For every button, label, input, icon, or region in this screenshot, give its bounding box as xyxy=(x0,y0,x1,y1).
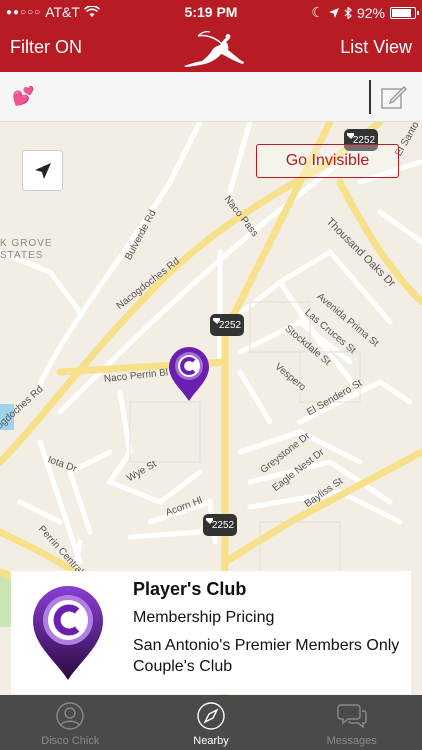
chat-bubbles-icon xyxy=(336,704,367,729)
area-label: STATES xyxy=(0,250,44,261)
highway-shield-icon: 2252 xyxy=(203,514,237,536)
message-bar[interactable]: 💕 xyxy=(0,72,422,122)
woman-silhouette-logo-icon xyxy=(184,31,244,67)
tab-nearby[interactable]: Nearby xyxy=(141,695,282,750)
status-right: ☾ 92% xyxy=(311,4,419,21)
map-pin-icon[interactable] xyxy=(168,346,210,402)
place-title: Player's Club xyxy=(133,579,247,599)
tab-label: Nearby xyxy=(193,735,229,747)
tab-label: Disco Chick xyxy=(41,735,100,747)
place-subtitle: Membership Pricing xyxy=(133,609,275,626)
tab-messages[interactable]: Messages xyxy=(281,695,422,750)
compass-icon xyxy=(197,702,225,730)
moon-icon: ☾ xyxy=(311,4,324,20)
tab-bar: Disco Chick Nearby Messages xyxy=(0,695,422,750)
two-hearts-icon: 💕 xyxy=(12,86,35,106)
place-description: San Antonio's Premier Members Only Coupl… xyxy=(133,637,400,675)
go-invisible-button[interactable]: Go Invisible xyxy=(256,144,399,178)
text-cursor xyxy=(369,80,371,114)
nav-bar: Filter ON List View xyxy=(0,24,422,72)
locate-me-button[interactable] xyxy=(22,150,63,191)
club-pin-icon xyxy=(33,586,103,680)
location-arrow-icon xyxy=(34,162,51,179)
place-info-card[interactable]: Player's Club Membership Pricing San Ant… xyxy=(11,571,411,694)
list-view-button[interactable]: List View xyxy=(340,37,412,58)
status-bar: ●●○○○ AT&T 5:19 PM ☾ 92% xyxy=(0,0,422,24)
area-label: K GROVE xyxy=(0,238,53,249)
tab-label: Messages xyxy=(326,735,377,747)
battery-fill xyxy=(392,8,412,17)
person-icon xyxy=(56,702,85,730)
battery-icon xyxy=(390,6,419,19)
filter-button[interactable]: Filter ON xyxy=(10,37,82,58)
bluetooth-icon xyxy=(344,6,352,19)
tab-disco-chick[interactable]: Disco Chick xyxy=(0,695,141,750)
location-services-icon xyxy=(328,7,339,18)
battery-label: 92% xyxy=(356,4,385,21)
compose-icon[interactable] xyxy=(380,84,408,110)
highway-shield-icon: 2252 xyxy=(210,314,244,336)
